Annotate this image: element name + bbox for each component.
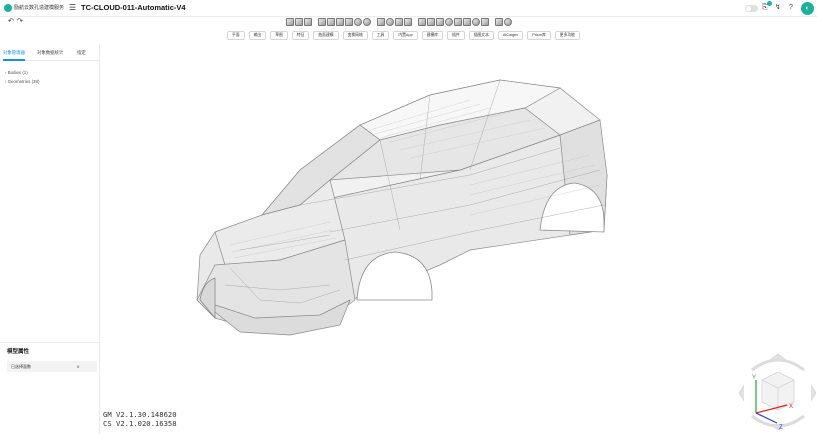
- property-key: 已选择面数: [11, 364, 31, 369]
- menu-output[interactable]: 输出: [248, 31, 267, 40]
- sidebar: 对象管理器 对象数据统计 指定 › Bodies (1) › Geometrie…: [0, 44, 100, 434]
- chamfer-icon[interactable]: [427, 18, 435, 26]
- status-badge: ·: [767, 1, 773, 6]
- menu-builtin-app[interactable]: 内置App: [393, 31, 418, 40]
- properties-title: 模型属性: [7, 349, 30, 355]
- cone-icon[interactable]: [336, 18, 344, 26]
- menu-model-library[interactable]: 建模库: [421, 31, 444, 40]
- menu-plugins[interactable]: 插件: [447, 31, 465, 40]
- menu-mesh[interactable]: 变换网格: [342, 31, 368, 40]
- gm-version: GM V2.1.30.148620: [103, 410, 177, 419]
- split-icon[interactable]: [472, 18, 480, 26]
- menu-surface[interactable]: 曲面建模: [313, 31, 339, 40]
- mirror-icon[interactable]: [463, 18, 471, 26]
- menu-plane[interactable]: 平面: [227, 31, 245, 40]
- z-axis-label: Z: [779, 425, 783, 431]
- menu-more[interactable]: 更多功能: [554, 31, 580, 40]
- sketch-edit-icon[interactable]: [295, 18, 303, 26]
- menu-feature[interactable]: 特征: [291, 31, 310, 40]
- tab-specify[interactable]: 指定: [77, 49, 86, 56]
- undo-icon[interactable]: ↶: [8, 17, 14, 25]
- cs-version: CS V2.1.020.16358: [103, 419, 177, 428]
- property-row: 已选择面数 0: [7, 361, 97, 372]
- rotate-right-arrow[interactable]: [810, 384, 817, 402]
- search-icon[interactable]: [504, 18, 512, 26]
- active-tab-indicator: [3, 59, 25, 61]
- sketch-check-icon[interactable]: [304, 18, 312, 26]
- property-value: 0: [77, 364, 80, 369]
- theme-toggle[interactable]: [745, 5, 758, 12]
- menu-image-text[interactable]: 插图文本: [468, 31, 494, 40]
- document-title: TC-CLOUD-011-Automatic-V4: [81, 3, 186, 12]
- revolve-icon[interactable]: [386, 18, 394, 26]
- menu-sketch[interactable]: 草图: [270, 31, 288, 40]
- tree-item-bodies[interactable]: › Bodies (1): [5, 68, 39, 77]
- tab-object-stats[interactable]: 对象数据统计: [37, 49, 63, 56]
- link-icon[interactable]: ↯: [775, 3, 781, 12]
- boolean-icon[interactable]: [445, 18, 453, 26]
- top-bar: 励航云数孔造建模服务 ☰ TC-CLOUD-011-Automatic-V4 ⎘…: [0, 0, 817, 17]
- wedge-icon[interactable]: [345, 18, 353, 26]
- redo-icon[interactable]: ↷: [17, 17, 23, 25]
- loft-icon[interactable]: [404, 18, 412, 26]
- menu-prism[interactable]: Prism库: [527, 31, 551, 40]
- fillet-icon[interactable]: [418, 18, 426, 26]
- pattern-icon[interactable]: [454, 18, 462, 26]
- torus-icon[interactable]: [363, 18, 371, 26]
- tree-item-label: Bodies (1): [7, 70, 28, 75]
- menu-aicaigen[interactable]: AiCaigen: [497, 31, 524, 40]
- object-tree: › Bodies (1) › Geometries (38): [5, 68, 39, 86]
- tree-item-label: Geometries (38): [7, 79, 40, 84]
- menu-bar: 平面 输出 草图 特征 曲面建模 变换网格 工具 内置App 建模库 插件 插图…: [227, 31, 580, 41]
- rotate-left-arrow[interactable]: [738, 384, 745, 402]
- extrude-icon[interactable]: [377, 18, 385, 26]
- shell-icon[interactable]: [436, 18, 444, 26]
- menu-icon[interactable]: ☰: [69, 3, 76, 12]
- divider: [0, 342, 100, 343]
- tool-icon-row: [286, 18, 512, 28]
- sweep-icon[interactable]: [395, 18, 403, 26]
- cylinder-icon[interactable]: [327, 18, 335, 26]
- navigation-cube[interactable]: Y X Z: [738, 353, 817, 431]
- cloud-logo-icon: [4, 4, 12, 12]
- sidebar-tabs: 对象管理器 对象数据统计 指定: [0, 44, 100, 61]
- menu-tools[interactable]: 工具: [371, 31, 390, 40]
- section-icon[interactable]: [495, 18, 503, 26]
- new-sketch-icon[interactable]: [286, 18, 294, 26]
- avatar[interactable]: ◐: [801, 2, 814, 15]
- tree-item-geometries[interactable]: › Geometries (38): [5, 77, 39, 86]
- app-name: 励航云数孔造建模服务: [14, 5, 65, 11]
- y-axis-label: Y: [752, 375, 756, 381]
- box-icon[interactable]: [318, 18, 326, 26]
- help-icon[interactable]: ?: [789, 3, 793, 12]
- tab-object-manager[interactable]: 对象管理器: [3, 49, 25, 56]
- 3d-viewport[interactable]: Y X Z: [101, 44, 817, 434]
- sphere-icon[interactable]: [354, 18, 362, 26]
- x-axis-label: X: [789, 404, 793, 410]
- measure-icon[interactable]: [481, 18, 489, 26]
